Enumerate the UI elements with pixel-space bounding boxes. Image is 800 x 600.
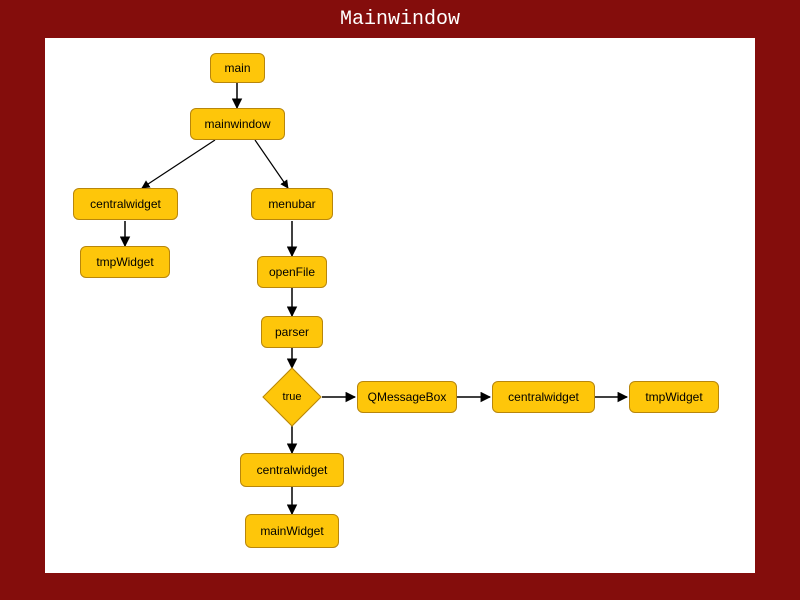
node-true-label: true bbox=[271, 376, 313, 418]
node-mainwindow: mainwindow bbox=[190, 108, 285, 140]
page-title: Mainwindow bbox=[0, 8, 800, 31]
node-true-decision: true bbox=[271, 376, 313, 418]
node-tmpwidget-right: tmpWidget bbox=[629, 381, 719, 413]
node-parser: parser bbox=[261, 316, 323, 348]
edge-layer bbox=[45, 38, 755, 573]
node-qmessagebox: QMessageBox bbox=[357, 381, 457, 413]
node-mainwidget: mainWidget bbox=[245, 514, 339, 548]
node-menubar: menubar bbox=[251, 188, 333, 220]
node-main: main bbox=[210, 53, 265, 83]
node-centralwidget-right: centralwidget bbox=[492, 381, 595, 413]
node-openfile: openFile bbox=[257, 256, 327, 288]
node-centralwidget-bottom: centralwidget bbox=[240, 453, 344, 487]
node-tmpwidget-left: tmpWidget bbox=[80, 246, 170, 278]
node-centralwidget-left: centralwidget bbox=[73, 188, 178, 220]
diagram-canvas: main mainwindow centralwidget tmpWidget … bbox=[45, 38, 755, 573]
